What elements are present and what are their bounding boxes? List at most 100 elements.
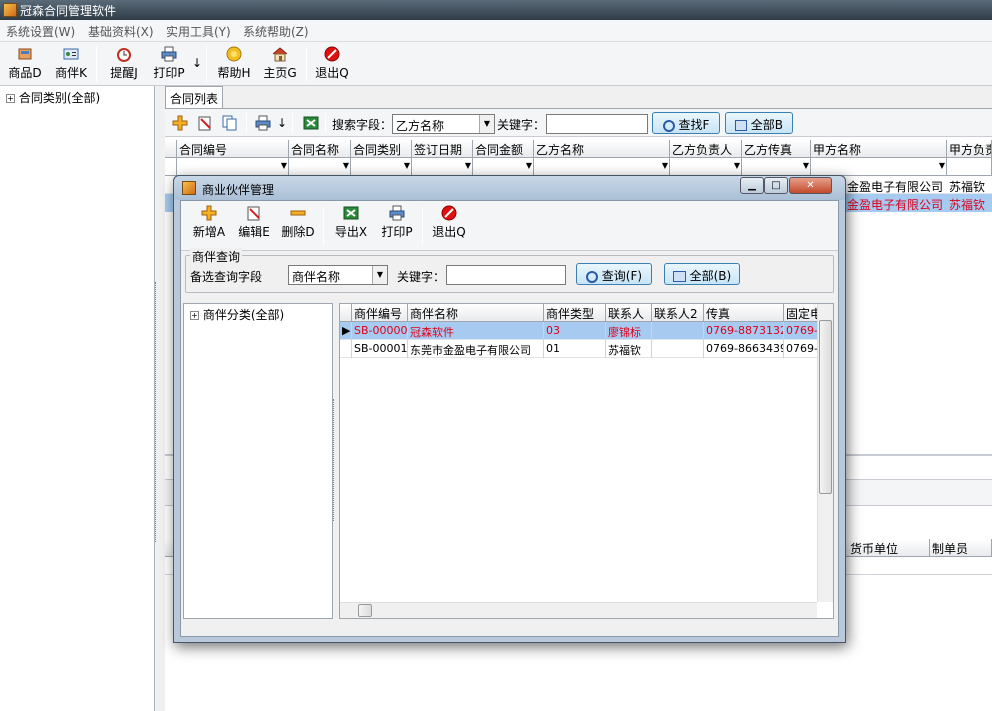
column-header[interactable]: 联系人2 — [652, 304, 704, 322]
column-header[interactable]: 乙方负责人 — [670, 140, 742, 158]
table-row-selected[interactable]: ▶ SB-00000 冠森软件 03 廖锦标 0769-88731322 076… — [340, 322, 820, 340]
query-button[interactable]: 查询(F) — [576, 263, 652, 285]
partner-grid: 商伴编号 商伴名称 商伴类型 联系人 联系人2 传真 固定电 ▶ SB-0000… — [339, 303, 834, 619]
export-button[interactable]: 导出X — [331, 203, 371, 243]
print-dropdown-arrow[interactable]: ↓ — [277, 116, 287, 130]
close-icon: ✕ — [806, 180, 815, 191]
toolbar-separator — [422, 207, 423, 245]
menu-help[interactable]: 系统帮助(Z) — [243, 23, 309, 40]
printer-icon — [161, 46, 177, 62]
toolbar-separator — [292, 113, 293, 133]
home-button[interactable]: 主页G — [261, 44, 299, 84]
filter-cell[interactable]: ▼ — [351, 158, 412, 176]
copy-icon[interactable] — [222, 115, 238, 131]
maximize-button[interactable]: □ — [764, 177, 788, 194]
app-icon — [3, 3, 17, 17]
app-icon — [182, 181, 196, 195]
filter-cell[interactable] — [947, 158, 992, 176]
vertical-scrollbar[interactable] — [817, 304, 833, 602]
column-header[interactable]: 甲方负责 — [947, 140, 992, 158]
edit-icon[interactable] — [197, 115, 213, 131]
column-header[interactable]: 货币单位 — [848, 539, 930, 557]
filter-cell[interactable]: ▼ — [742, 158, 811, 176]
scroll-thumb[interactable] — [819, 320, 832, 494]
filter-cell[interactable]: ▼ — [412, 158, 473, 176]
column-header[interactable]: 联系人 — [606, 304, 652, 322]
column-header[interactable]: 商伴名称 — [408, 304, 544, 322]
menu-system-settings[interactable]: 系统设置(W) — [6, 23, 75, 40]
goods-button[interactable]: 商品D — [6, 44, 44, 84]
column-header[interactable]: 乙方名称 — [534, 140, 670, 158]
table-row[interactable]: SB-00001 东莞市金盈电子有限公司 01 苏福钦 0769-8663439… — [340, 340, 820, 358]
column-header[interactable]: 商伴类型 — [544, 304, 606, 322]
column-header[interactable]: 固定电 — [784, 304, 819, 322]
partner-button[interactable]: 商伴K — [53, 44, 89, 84]
add-icon — [201, 205, 217, 221]
column-header[interactable]: 合同金额 — [473, 140, 534, 158]
close-button[interactable]: ✕ — [789, 177, 832, 194]
column-header[interactable]: 制单员 — [930, 539, 992, 557]
all-button[interactable]: 全部B — [725, 112, 793, 134]
tree-root[interactable]: + 商伴分类(全部) — [190, 306, 284, 323]
all-button[interactable]: 全部(B) — [664, 263, 740, 285]
quit-button[interactable]: 退出Q — [313, 44, 351, 84]
quit-button[interactable]: 退出Q — [429, 203, 469, 243]
edit-button[interactable]: 编辑E — [234, 203, 274, 243]
excel-icon[interactable] — [303, 115, 319, 131]
delete-button[interactable]: 删除D — [278, 203, 318, 243]
splitter-handle[interactable] — [333, 399, 337, 521]
partner-dialog: 商业伙伴管理 ▁ □ ✕ 新增A 编辑E 删除D 导出X 打印P 退出Q 商伴查… — [173, 175, 846, 643]
filter-cell[interactable]: ▼ — [473, 158, 534, 176]
menu-tools[interactable]: 实用工具(Y) — [166, 23, 231, 40]
maximize-icon: □ — [771, 180, 781, 191]
scroll-thumb[interactable] — [358, 604, 372, 617]
expand-icon[interactable]: + — [6, 94, 15, 103]
column-header[interactable]: 合同类别 — [351, 140, 412, 158]
filter-cell[interactable]: ▼ — [670, 158, 742, 176]
contract-grid-header: 合同编号 合同名称 合同类别 签订日期 合同金额 乙方名称 乙方负责人 乙方传真… — [165, 140, 992, 158]
query-field-select[interactable]: 商伴名称 ▼ — [288, 265, 388, 285]
search-icon — [585, 270, 598, 283]
print-button[interactable]: 打印P — [377, 203, 417, 243]
column-header[interactable]: 甲方名称 — [811, 140, 947, 158]
column-header[interactable]: 合同名称 — [289, 140, 351, 158]
toolbar-separator — [306, 46, 307, 82]
column-header[interactable]: 签订日期 — [412, 140, 473, 158]
filter-cell[interactable]: ▼ — [811, 158, 947, 176]
filter-cell[interactable]: ▼ — [289, 158, 351, 176]
column-header[interactable]: 商伴编号 — [352, 304, 408, 322]
chevron-down-icon[interactable]: ▼ — [479, 115, 494, 133]
add-button[interactable]: 新增A — [189, 203, 229, 243]
column-header[interactable]: 合同编号 — [177, 140, 289, 158]
splitter-handle[interactable] — [155, 282, 161, 542]
horizontal-scrollbar[interactable] — [340, 602, 817, 618]
stop-icon — [441, 205, 457, 221]
menu-base-data[interactable]: 基础资料(X) — [88, 23, 154, 40]
filter-cell[interactable]: ▼ — [177, 158, 289, 176]
expand-icon[interactable]: + — [190, 311, 199, 320]
column-header[interactable]: 传真 — [704, 304, 784, 322]
minimize-icon: ▁ — [748, 180, 756, 191]
keyword-input[interactable] — [546, 114, 648, 134]
tree-root[interactable]: + 合同类别(全部) — [6, 89, 100, 106]
splitter[interactable] — [155, 86, 165, 711]
printer-icon[interactable] — [255, 115, 271, 131]
keyword-input[interactable] — [446, 265, 566, 285]
toolbar-separator — [323, 207, 324, 245]
add-icon[interactable] — [172, 115, 188, 131]
keyword-label: 关键字： — [397, 270, 446, 284]
search-field-select[interactable]: 乙方名称 ▼ — [392, 114, 495, 134]
column-header[interactable]: 乙方传真 — [742, 140, 811, 158]
tab-contract-list[interactable]: 合同列表 — [165, 86, 224, 108]
find-button[interactable]: 查找F — [652, 112, 720, 134]
chevron-down-icon[interactable]: ▼ — [372, 266, 387, 284]
print-button[interactable]: 打印P — [150, 44, 188, 84]
help-button[interactable]: 帮助H — [215, 44, 253, 84]
minimize-button[interactable]: ▁ — [740, 177, 764, 194]
remind-button[interactable]: 提醒J — [106, 44, 142, 84]
print-dropdown-arrow[interactable]: ↓ — [192, 56, 202, 70]
contract-category-tree: + 合同类别(全部) — [0, 86, 155, 711]
filter-row: ▼ ▼ ▼ ▼ ▼ ▼ ▼ ▼ ▼ — [165, 158, 992, 176]
dialog-toolbar: 新增A 编辑E 删除D 导出X 打印P 退出Q — [181, 201, 838, 251]
filter-cell[interactable]: ▼ — [534, 158, 670, 176]
